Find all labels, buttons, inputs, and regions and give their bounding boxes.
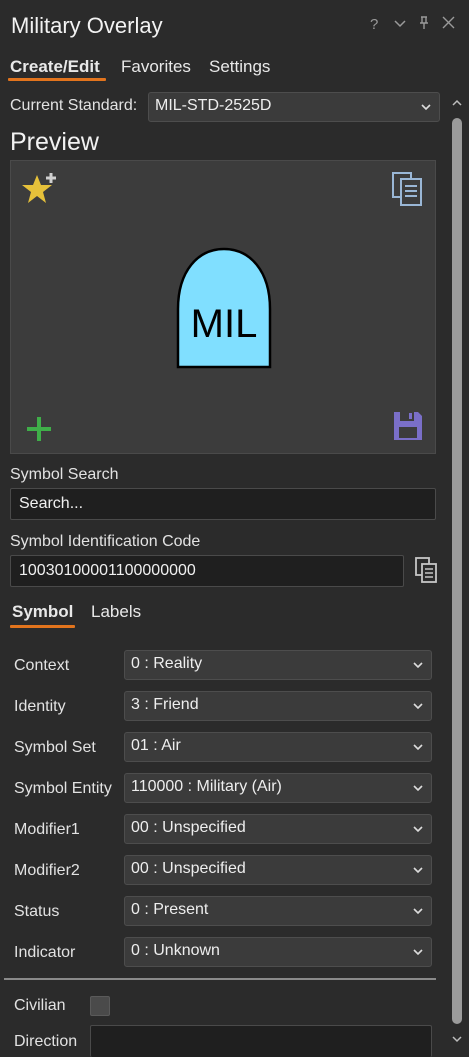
indicator-value: 0 : Unknown (131, 942, 220, 959)
status-label: Status (14, 903, 60, 920)
tab-labels[interactable]: Labels (91, 602, 141, 622)
tab-create-edit[interactable]: Create/Edit (10, 57, 100, 77)
section-divider (4, 978, 436, 980)
preview-panel: MIL (10, 160, 436, 454)
modifier2-select[interactable]: 00 : Unspecified (124, 855, 432, 885)
symbol-entity-select[interactable]: 110000 : Military (Air) (124, 773, 432, 803)
scroll-up-icon[interactable] (452, 98, 462, 108)
symbol-search-input[interactable]: Search... (10, 488, 436, 520)
panel-title: Military Overlay (11, 13, 163, 38)
active-subtab-indicator (10, 625, 75, 628)
modifier2-label: Modifier2 (14, 862, 80, 879)
tab-settings[interactable]: Settings (209, 57, 270, 77)
sidc-input[interactable]: 10030100001100000000 (10, 555, 404, 587)
context-select[interactable]: 0 : Reality (124, 650, 432, 680)
sidc-value: 10030100001100000000 (19, 562, 196, 579)
symbol-search-label: Symbol Search (10, 466, 119, 483)
main-tabs: Create/Edit Favorites Settings (0, 52, 469, 84)
symbol-set-value: 01 : Air (131, 737, 181, 754)
help-icon[interactable]: ? (370, 16, 378, 33)
context-label: Context (14, 657, 70, 674)
pin-icon[interactable] (418, 16, 430, 34)
copy-sidc-icon[interactable] (413, 556, 439, 584)
indicator-select[interactable]: 0 : Unknown (124, 937, 432, 967)
symbol-set-select[interactable]: 01 : Air (124, 732, 432, 762)
modifier1-value: 00 : Unspecified (131, 819, 246, 836)
context-value: 0 : Reality (131, 655, 203, 672)
status-value: 0 : Present (131, 901, 209, 918)
direction-label: Direction (14, 1033, 78, 1050)
tab-favorites[interactable]: Favorites (121, 57, 191, 77)
tab-symbol[interactable]: Symbol (12, 602, 73, 622)
scroll-down-icon[interactable] (452, 1034, 462, 1044)
sidc-label: Symbol Identification Code (10, 533, 201, 550)
add-icon[interactable] (25, 415, 53, 443)
symbol-set-label: Symbol Set (14, 739, 96, 756)
chevron-down-icon (413, 744, 423, 751)
modifier1-select[interactable]: 00 : Unspecified (124, 814, 432, 844)
identity-label: Identity (14, 698, 66, 715)
modifier1-label: Modifier1 (14, 821, 80, 838)
current-standard-select[interactable]: MIL-STD-2525D (148, 92, 440, 122)
title-bar: Military Overlay ? (0, 0, 469, 52)
symbol-search-placeholder: Search... (19, 495, 84, 512)
scroll-thumb[interactable] (452, 118, 462, 1024)
options-dropdown-icon[interactable] (394, 16, 406, 33)
preview-title: Preview (10, 128, 99, 156)
status-select[interactable]: 0 : Present (124, 896, 432, 926)
current-standard-value: MIL-STD-2525D (155, 97, 272, 114)
symbol-entity-label: Symbol Entity (14, 780, 112, 797)
identity-value: 3 : Friend (131, 696, 199, 713)
symbol-text: MIL (191, 302, 258, 346)
direction-input[interactable] (90, 1025, 432, 1057)
chevron-down-icon (421, 104, 431, 111)
vertical-scrollbar[interactable] (449, 92, 465, 1052)
copy-image-icon[interactable] (389, 171, 425, 207)
chevron-down-icon (413, 662, 423, 669)
chevron-down-icon (413, 949, 423, 956)
save-icon[interactable] (392, 410, 424, 442)
active-tab-indicator (8, 78, 106, 81)
chevron-down-icon (413, 867, 423, 874)
chevron-down-icon (413, 908, 423, 915)
civilian-checkbox[interactable] (90, 996, 110, 1016)
identity-select[interactable]: 3 : Friend (124, 691, 432, 721)
military-symbol-preview: MIL (176, 247, 272, 369)
indicator-label: Indicator (14, 944, 76, 961)
current-standard-label: Current Standard: (10, 97, 138, 114)
symbol-entity-value: 110000 : Military (Air) (131, 778, 282, 795)
close-icon[interactable] (442, 16, 455, 33)
modifier2-value: 00 : Unspecified (131, 860, 246, 877)
add-favorite-icon[interactable] (21, 171, 57, 207)
chevron-down-icon (413, 785, 423, 792)
civilian-label: Civilian (14, 997, 66, 1014)
chevron-down-icon (413, 703, 423, 710)
chevron-down-icon (413, 826, 423, 833)
